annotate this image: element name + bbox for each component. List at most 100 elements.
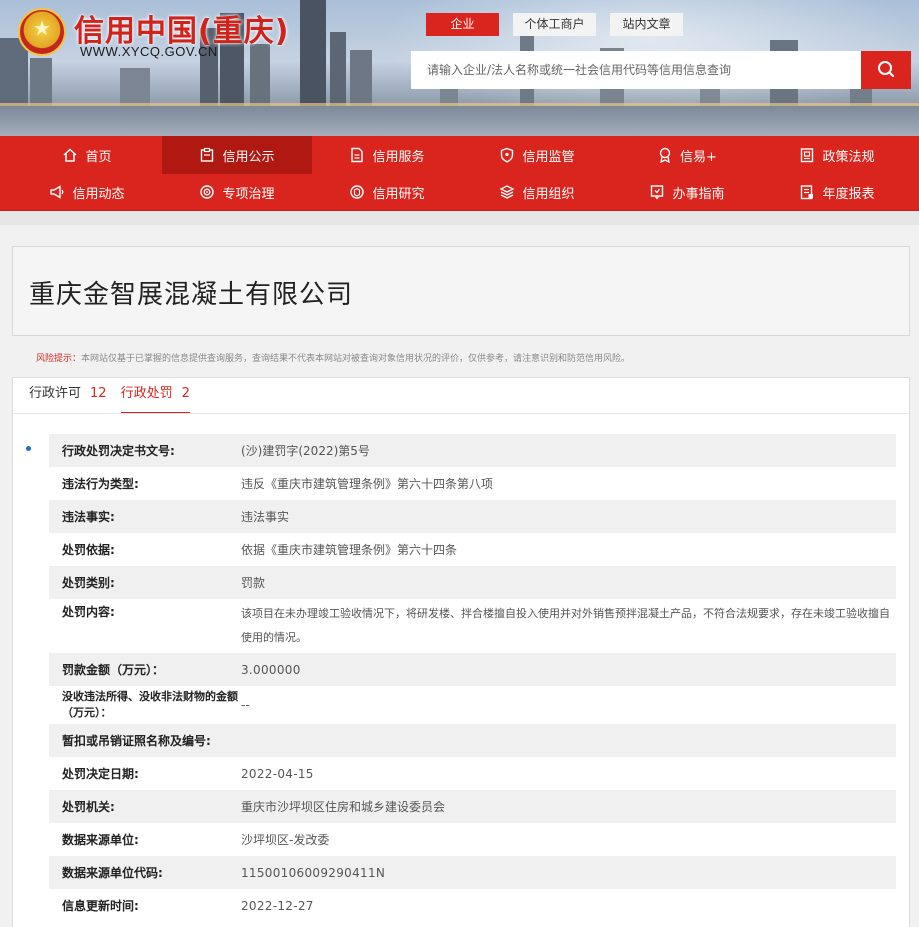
field-row: 数据来源单位代码: 11500106009290411N [49, 856, 896, 889]
field-row: 违法行为类型: 违反《重庆市建筑管理条例》第六十四条第八项 [49, 467, 896, 500]
search-tab-individual-business[interactable]: 个体工商户 [513, 13, 596, 36]
field-value: 重庆市沙坪坝区住房和城乡建设委员会 [241, 799, 446, 814]
target-icon [199, 184, 215, 200]
tab-administrative-license[interactable]: 行政许可 12 [29, 378, 107, 414]
research-icon [349, 184, 365, 200]
nav-label: 信用公示 [222, 149, 275, 165]
field-row: 处罚类别: 罚款 [49, 566, 896, 599]
field-label: 违法行为类型: [62, 476, 139, 491]
field-value: 违反《重庆市建筑管理条例》第六十四条第八项 [241, 476, 494, 491]
header-banner: 信用中国(重庆) WWW.XYCQ.GOV.CN 企业 个体工商户 站内文章 [0, 0, 919, 136]
field-row: 罚款金额（万元）： 3.000000 [49, 653, 896, 686]
company-name: 重庆金智展混凝土有限公司 [29, 280, 354, 310]
clipboard-icon [199, 147, 215, 163]
field-label: 处罚类别: [62, 575, 115, 590]
field-label: 数据来源单位: [62, 832, 139, 847]
document-icon [349, 147, 365, 163]
nav-label: 专项治理 [222, 186, 275, 202]
skyline-building [250, 44, 270, 108]
tab-count: 2 [181, 386, 190, 401]
nav-item-service-guide[interactable]: 办事指南 [612, 173, 762, 211]
tabs-divider [13, 413, 909, 414]
skyline-building [330, 32, 346, 108]
nav-label: 办事指南 [672, 186, 725, 202]
nav-item-home[interactable]: 首页 [12, 136, 162, 174]
field-value: 2022-04-15 [241, 766, 314, 781]
search-type-tabs: 企业 个体工商户 站内文章 [426, 13, 683, 36]
field-label: 暂扣或吊销证照名称及编号: [62, 733, 211, 748]
field-value: -- [241, 698, 250, 712]
nav-item-policies[interactable]: 政策法规 [762, 136, 912, 174]
field-value: (沙)建罚字(2022)第5号 [241, 443, 370, 458]
nav-label: 信用监管 [522, 149, 575, 165]
nav-label: 首页 [85, 149, 112, 165]
record-bullet-icon [26, 446, 31, 451]
field-row: 信息更新时间: 2022-12-27 [49, 889, 896, 922]
tab-label: 行政许可 [29, 386, 82, 401]
nav-item-credit-organization[interactable]: 信用组织 [462, 173, 612, 211]
field-label: 信息更新时间: [62, 898, 139, 913]
megaphone-icon [49, 184, 65, 200]
river [0, 106, 919, 136]
site-url: WWW.XYCQ.GOV.CN [80, 44, 218, 59]
field-row: 处罚依据: 依据《重庆市建筑管理条例》第六十四条 [49, 533, 896, 566]
tab-count: 12 [90, 386, 107, 401]
nav-label: 信用研究 [372, 186, 425, 202]
field-row: 违法事实: 违法事实 [49, 500, 896, 533]
field-row: 处罚决定日期: 2022-04-15 [49, 757, 896, 790]
shield-icon [499, 147, 515, 163]
nav-item-credit-supervision[interactable]: 信用监管 [462, 136, 612, 174]
nav-item-credit-news[interactable]: 信用动态 [12, 173, 162, 211]
nav-item-xinyi-plus[interactable]: 信易+ [612, 136, 762, 174]
award-icon [657, 147, 673, 163]
risk-notice-text: 本网站仅基于已掌握的信息提供查询服务，查询结果不代表本网站对被查询对象信用状况的… [81, 354, 631, 364]
layers-icon [499, 184, 515, 200]
search-tab-enterprise[interactable]: 企业 [426, 13, 499, 36]
search-tab-site-articles[interactable]: 站内文章 [610, 13, 683, 36]
nav-label: 年度报表 [822, 186, 875, 202]
penalty-record: 行政处罚决定书文号: (沙)建罚字(2022)第5号 违法行为类型: 违反《重庆… [49, 434, 896, 922]
field-value: 11500106009290411N [241, 865, 386, 880]
search-icon [861, 51, 911, 89]
field-label: 违法事实: [62, 509, 115, 524]
nav-label: 信用动态 [72, 186, 125, 202]
skyline-building [30, 58, 52, 108]
field-label: 没收违法所得、没收非法财物的金额（万元）： [62, 690, 238, 719]
nav-label: 信易+ [680, 149, 717, 165]
search-input[interactable] [411, 51, 861, 89]
risk-notice-label: 风险提示： [36, 354, 82, 364]
nav-item-credit-publicity[interactable]: 信用公示 [162, 136, 312, 174]
company-header: 重庆金智展混凝土有限公司 [12, 246, 910, 336]
nav-item-special-governance[interactable]: 专项治理 [162, 173, 312, 211]
guide-icon [649, 184, 665, 200]
field-value: 沙坪坝区-发改委 [241, 832, 330, 847]
field-row: 处罚机关: 重庆市沙坪坝区住房和城乡建设委员会 [49, 790, 896, 823]
field-value: 2022-12-27 [241, 898, 314, 913]
tab-administrative-penalty[interactable]: 行政处罚 2 [120, 378, 191, 414]
nav-label: 信用组织 [522, 186, 575, 202]
field-value [241, 724, 896, 757]
skyline-building [120, 68, 150, 108]
skyline-building [300, 0, 326, 108]
national-emblem-icon [18, 8, 66, 56]
skyline-building [350, 50, 372, 108]
policy-icon [799, 147, 815, 163]
field-value: 违法事实 [241, 509, 290, 524]
search-box [411, 51, 911, 89]
field-row: 处罚内容: 该项目在未办理竣工验收情况下，将研发楼、拌合楼擅自投入使用并对外销售… [49, 599, 896, 653]
nav-item-annual-report[interactable]: 年度报表 [762, 173, 912, 211]
field-label: 行政处罚决定书文号: [62, 443, 175, 458]
record-panel: 行政许可 12 行政处罚 2 行政处罚决定书文号: (沙)建罚字(2022)第5号 … [12, 377, 910, 927]
field-value: 依据《重庆市建筑管理条例》第六十四条 [241, 542, 458, 557]
nav-label: 政策法规 [822, 149, 875, 165]
nav-item-credit-service[interactable]: 信用服务 [312, 136, 462, 174]
search-button[interactable] [861, 51, 911, 89]
record-tabs: 行政许可 12 行政处罚 2 [29, 378, 204, 414]
field-label: 处罚内容: [62, 605, 115, 619]
nav-label: 信用服务 [372, 149, 425, 165]
field-label: 数据来源单位代码: [62, 865, 163, 880]
field-value: 3.000000 [241, 662, 301, 677]
field-value: 罚款 [241, 575, 266, 590]
home-icon [62, 147, 78, 163]
nav-item-credit-research[interactable]: 信用研究 [312, 173, 462, 211]
